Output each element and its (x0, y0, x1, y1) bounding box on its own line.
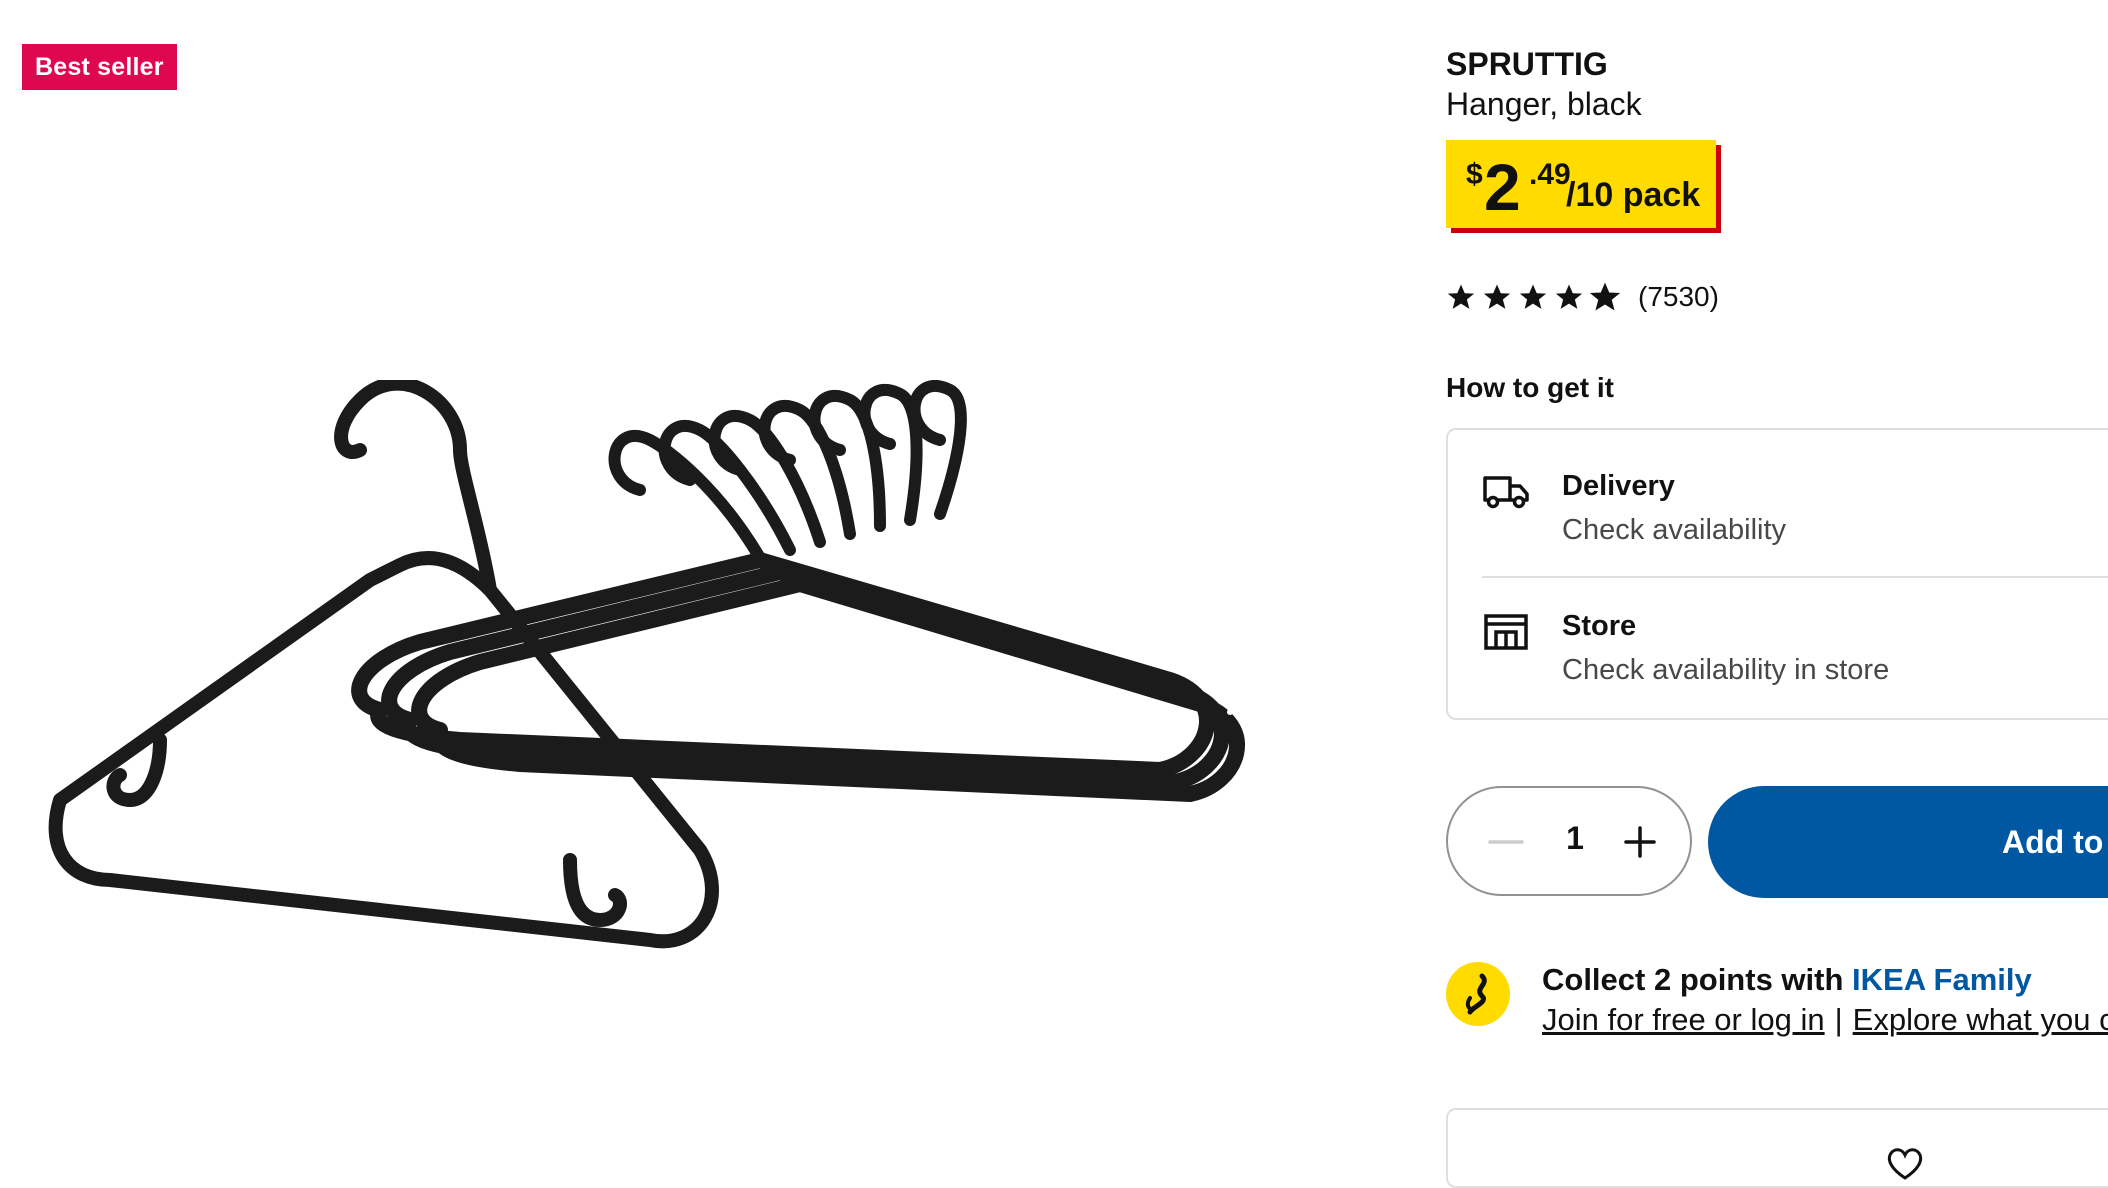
store-subtitle: Check availability in store (1562, 654, 1890, 686)
chevron-right-icon (1227, 671, 1251, 715)
delivery-title: Delivery (1562, 470, 1675, 502)
star-partial-icon (1590, 282, 1620, 311)
delivery-option[interactable]: Delivery Check availability (1448, 450, 2108, 580)
join-link[interactable]: Join for free or log in (1542, 1002, 1825, 1037)
store-icon (1484, 614, 1528, 650)
plus-icon[interactable] (1620, 822, 1660, 862)
quantity-value[interactable]: 1 (1560, 820, 1590, 857)
star-full-icon (1483, 284, 1511, 309)
product-description: Hanger, black (1446, 86, 1642, 122)
minus-icon[interactable] (1486, 822, 1526, 862)
review-count: (7530) (1638, 281, 1719, 312)
truck-icon (1483, 476, 1529, 509)
family-squiggle-icon (1465, 973, 1487, 1015)
star-full-icon (1519, 284, 1547, 309)
explore-link[interactable]: Explore what you ca (1853, 1002, 2108, 1037)
quantity-stepper: 1 (1446, 786, 1692, 896)
collect-prefix: Collect 2 points with (1542, 962, 1853, 997)
availability-box: Delivery Check availability Store Check … (1446, 428, 2108, 720)
product-image[interactable] (40, 380, 1310, 1000)
price-integer: 2 (1484, 150, 1521, 224)
family-links: Join for free or log in | Explore what you… (1542, 1002, 2108, 1038)
star-full-icon (1447, 284, 1475, 309)
star-full-icon (1555, 284, 1583, 309)
rating[interactable]: (7530) (1446, 281, 1719, 312)
price-currency: $ (1466, 158, 1483, 191)
how-to-get-it-heading: How to get it (1446, 372, 1614, 403)
heart-icon[interactable] (1886, 1146, 1924, 1180)
add-to-bag-button[interactable]: Add to b (1708, 786, 2108, 898)
best-seller-badge: Best seller (22, 44, 177, 90)
product-name: SPRUTTIG (1446, 46, 1608, 82)
bottom-card (1446, 1108, 2108, 1188)
price-tag: $ 2 .49 /10 pack (1446, 140, 1716, 228)
price-decimal: .49 (1529, 158, 1571, 191)
next-image-arrow[interactable] (1216, 666, 1260, 720)
price-unit: /10 pack (1566, 176, 1701, 214)
hanger-illustration (48, 380, 1245, 949)
divider (1482, 576, 2108, 578)
add-to-bag-label: Add to b (2002, 824, 2108, 860)
ikea-family-link[interactable]: IKEA Family (1852, 962, 2032, 997)
ikea-family-icon (1446, 962, 1510, 1026)
store-title: Store (1562, 610, 1637, 642)
delivery-subtitle: Check availability (1562, 514, 1787, 546)
link-separator: | (1834, 1002, 1843, 1037)
store-option[interactable]: Store Check availability in store (1448, 590, 2108, 720)
collect-points-text: Collect 2 points with IKEA Family (1542, 962, 2032, 998)
